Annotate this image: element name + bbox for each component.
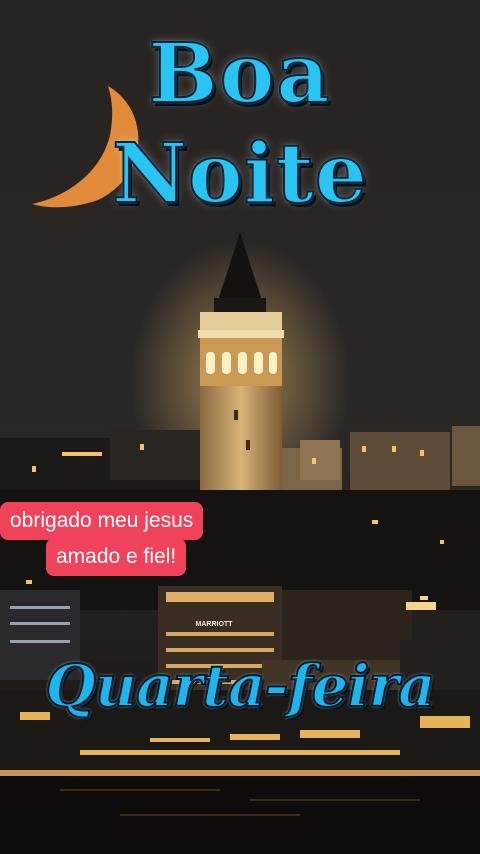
greeting-line-2: Noite <box>111 125 368 223</box>
caption-line-1: obrigado meu jesus <box>0 502 204 541</box>
caption-line-2: amado e fiel! <box>46 538 187 577</box>
bosphorus-water <box>0 776 480 854</box>
greeting-line-1: Boa <box>147 25 332 123</box>
weekday-title: Quarta-feira <box>44 651 436 721</box>
marriott-sign: MARRIOTT <box>196 621 234 628</box>
